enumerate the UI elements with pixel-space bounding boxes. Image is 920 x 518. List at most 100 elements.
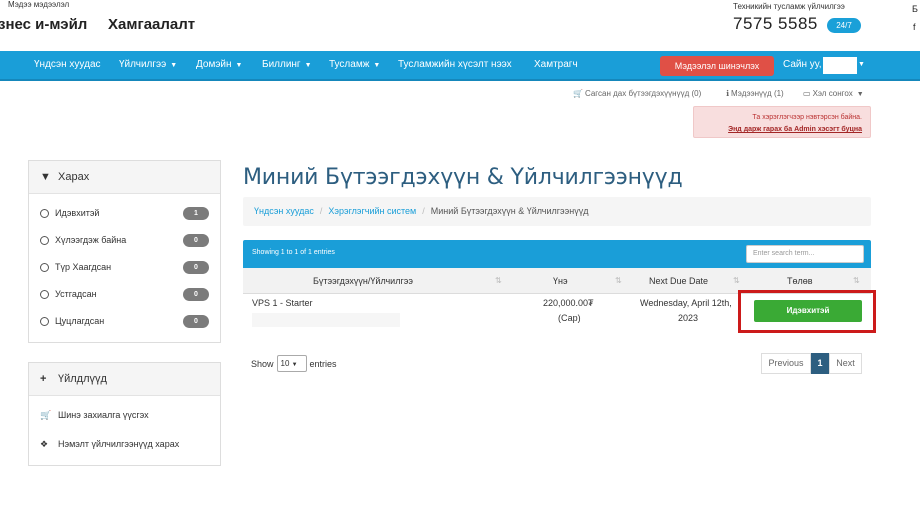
entries-label: entries	[309, 358, 337, 369]
column-label: Үнэ	[553, 276, 568, 286]
nav-billing[interactable]: Биллинг ▼	[262, 51, 312, 79]
column-header-due-date[interactable]: Next Due Date ⇅	[633, 268, 745, 294]
count-badge: 0	[183, 315, 209, 328]
new-order-link[interactable]: 🛒 Шинэ захиалга үүсгэх	[29, 401, 220, 430]
site-header: Мэдээ мэдээлэл знес и-мэйл Хамгаалалт Те…	[0, 0, 920, 50]
support-hours-badge: 24/7	[827, 18, 861, 33]
filter-icon: ▼	[40, 171, 51, 183]
view-filter-panel: ▼ Харах Идэвхитэй 1 Хүлээгдэж байна 0 Түр…	[28, 160, 221, 343]
nav-affiliates[interactable]: Хамтрагч	[534, 51, 578, 79]
filter-suspended[interactable]: Түр Хаагдсан 0	[29, 254, 220, 281]
next-page-button[interactable]: Next	[829, 353, 862, 374]
column-label: Бүтээгдэхүүн/Үйлчилгээ	[313, 276, 413, 286]
breadcrumb: Үндсэн хуудас / Хэрэглэгчийн систем / Миний …	[243, 197, 871, 226]
panel-heading: + Үйлдлүүд	[29, 363, 220, 396]
status-highlight-box	[738, 290, 876, 333]
radio-button[interactable]	[40, 263, 49, 272]
nav-domains[interactable]: Домэйн ▼	[196, 51, 242, 79]
filter-terminated[interactable]: Устгадсан 0	[29, 281, 220, 308]
filter-label: Идэвхитэй	[55, 208, 100, 218]
sort-icon: ⇅	[495, 276, 502, 285]
header-edge-text: Б	[912, 4, 918, 14]
table-search-input[interactable]: Enter search term...	[746, 245, 864, 263]
brand-security-text[interactable]: Хамгаалалт	[108, 16, 195, 33]
support-label: Техникийн тусламж үйлчилгээ	[733, 2, 845, 11]
cart-icon: 🛒	[40, 410, 52, 420]
panel-title: Харах	[58, 171, 90, 183]
billing-cycle: (Сар)	[558, 313, 581, 323]
radio-button[interactable]	[40, 209, 49, 218]
language-icon: ▭	[803, 89, 811, 98]
plus-icon: +	[40, 373, 47, 385]
filter-label: Түр Хаагдсан	[55, 262, 112, 272]
filter-label: Цуцлагдсан	[55, 316, 105, 326]
action-label: Шинэ захиалга үүсгэх	[58, 410, 149, 420]
column-header-product[interactable]: Бүтээгдэхүүн/Үйлчилгээ ⇅	[243, 268, 513, 294]
view-cart-link[interactable]: 🛒 Сагсан дах бүтээгдэхүүнүүд (0)	[573, 89, 701, 98]
alert-message: Та хэрэглэгчээр нэвтэрсэн байна.	[752, 114, 862, 121]
actions-panel: + Үйлдлүүд 🛒 Шинэ захиалга үүсгэх ❖ Нэмэл…	[28, 362, 221, 466]
nav-open-ticket[interactable]: Тусламжийн хүсэлт нээх	[398, 51, 512, 79]
count-badge: 0	[183, 288, 209, 301]
support-phone: 7575 5585	[733, 14, 818, 33]
breadcrumb-separator: /	[422, 206, 425, 216]
chevron-down-icon[interactable]: ▼	[858, 51, 865, 79]
cart-icon: 🛒	[573, 89, 583, 98]
chevron-down-icon: ▼	[291, 362, 298, 368]
count-badge: 1	[183, 207, 209, 220]
nav-services[interactable]: Үйлчилгээ ▼	[119, 51, 177, 79]
page-length-select[interactable]: 10 ▼	[276, 355, 307, 372]
radio-button[interactable]	[40, 290, 49, 299]
sort-icon: ⇅	[615, 276, 622, 285]
previous-page-button[interactable]: Previous	[761, 353, 811, 374]
entries-info: Showing 1 to 1 of 1 entries	[252, 249, 335, 256]
return-to-admin-link[interactable]: Энд дарж гарах ба Admin хэсэгт буцна	[728, 126, 862, 133]
chevron-down-icon: ▼	[373, 62, 381, 69]
action-label: Нэмэлт үйлчилгээнүүд харах	[58, 439, 180, 449]
page-length-control: Show 10 ▼ entries	[251, 355, 337, 373]
filter-pending[interactable]: Хүлээгдэж байна 0	[29, 227, 220, 254]
page-1-button[interactable]: 1	[811, 353, 829, 374]
chevron-down-icon: ▼	[304, 62, 312, 69]
next-due-year: 2023	[678, 313, 699, 323]
column-header-price[interactable]: Үнэ ⇅	[513, 268, 633, 294]
admin-login-alert: Та хэрэглэгчээр нэвтэрсэн байна. Энд дар…	[693, 106, 871, 138]
language-selector[interactable]: ▭ Хэл сонгох ▼	[803, 89, 864, 98]
count-badge: 0	[183, 234, 209, 247]
radio-button[interactable]	[40, 236, 49, 245]
radio-button[interactable]	[40, 317, 49, 326]
show-label: Show	[251, 358, 274, 369]
breadcrumb-home[interactable]: Үндсэн хуудас	[254, 206, 314, 216]
brand-text: знес и-мэйл	[0, 16, 88, 33]
page-title: Миний Бүтээгдэхүүн & Үйлчилгээнүүд	[243, 165, 683, 190]
table-toolbar: Showing 1 to 1 of 1 entries Enter search…	[243, 240, 871, 268]
breadcrumb-separator: /	[319, 206, 323, 216]
filter-active[interactable]: Идэвхитэй 1	[29, 200, 220, 227]
filter-label: Хүлээгдэж байна	[55, 235, 127, 245]
main-navbar: Үндсэн хуудас Үйлчилгээ ▼ Домэйн ▼ Биллинг…	[0, 51, 920, 81]
panel-heading: ▼ Харах	[29, 161, 220, 194]
news-link[interactable]: Мэдээ мэдээлэл	[8, 0, 69, 9]
facebook-icon[interactable]: f	[913, 22, 916, 32]
account-menu[interactable]: Сайн уу,	[783, 51, 822, 79]
view-addons-link[interactable]: ❖ Нэмэлт үйлчилгээнүүд харах	[29, 430, 220, 459]
column-label: Next Due Date	[649, 276, 709, 286]
info-icon: ℹ	[726, 89, 730, 98]
next-due-date: Wednesday, April 12th,	[640, 298, 732, 308]
update-info-button[interactable]: Мэдээлэл шинэчлэх	[660, 56, 774, 76]
breadcrumb-current: Миний Бүтээгдэхүүн & Үйлчилгээнүүд	[430, 206, 589, 216]
notices-link[interactable]: ℹ Мэдээнүүд (1)	[726, 89, 784, 98]
count-badge: 0	[183, 261, 209, 274]
filter-label: Устгадсан	[55, 289, 97, 299]
redacted-username	[823, 57, 857, 74]
nav-support[interactable]: Тусламж ▼	[329, 51, 380, 79]
chevron-down-icon: ▼	[170, 62, 178, 69]
breadcrumb-client-area[interactable]: Хэрэглэгчийн систем	[328, 206, 416, 216]
chevron-down-icon: ▼	[235, 62, 243, 69]
chevron-down-icon: ▼	[856, 91, 864, 98]
product-price: 220,000.00₮	[543, 298, 594, 308]
filter-cancelled[interactable]: Цуцлагдсан 0	[29, 308, 220, 335]
panel-title: Үйлдлүүд	[58, 373, 107, 385]
redacted-domain	[252, 313, 400, 327]
nav-home[interactable]: Үндсэн хуудас	[34, 51, 101, 79]
